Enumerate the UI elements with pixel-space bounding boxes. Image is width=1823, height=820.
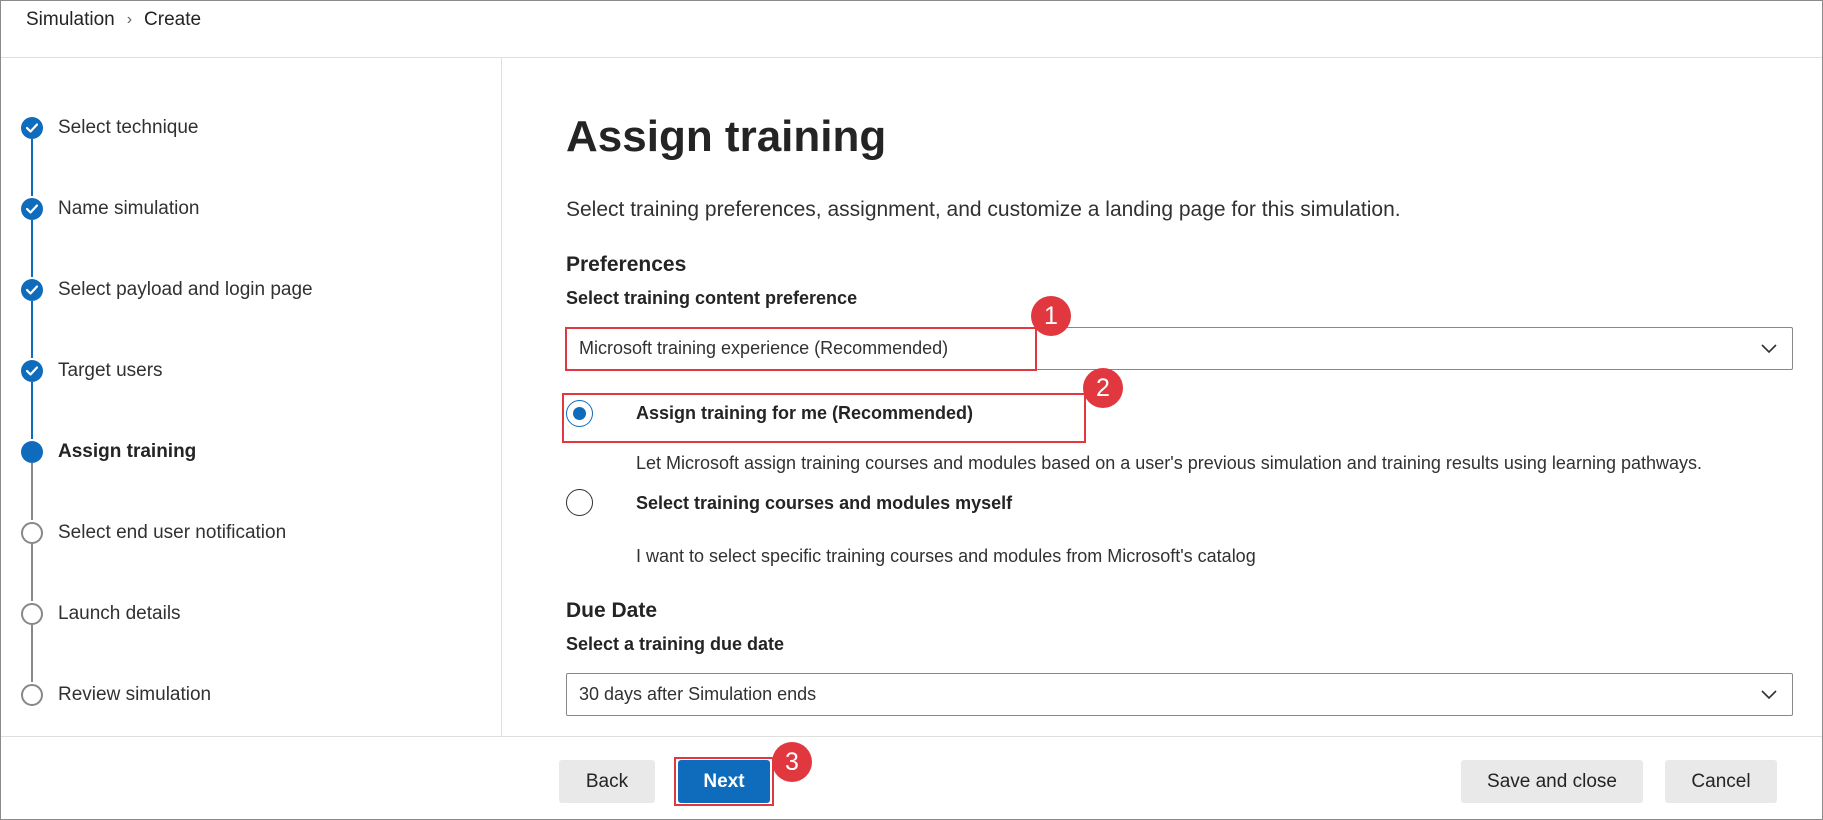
step-connector — [31, 220, 33, 277]
panel-divider — [501, 58, 502, 736]
save-and-close-button[interactable]: Save and close — [1461, 760, 1643, 803]
footer-divider — [1, 736, 1822, 737]
step-label: Select payload and login page — [58, 279, 313, 300]
step-target-users[interactable]: Target users — [21, 359, 163, 383]
due-date-heading: Due Date — [566, 599, 658, 622]
page-description: Select training preferences, assignment,… — [566, 198, 1401, 221]
back-button[interactable]: Back — [559, 760, 655, 803]
step-label: Select end user notification — [58, 522, 287, 543]
preferences-heading: Preferences — [566, 253, 687, 276]
step-connector — [31, 625, 33, 682]
step-launch-details[interactable]: Launch details — [21, 602, 181, 626]
pending-step-icon — [21, 522, 43, 544]
step-label: Launch details — [58, 603, 181, 624]
breadcrumb-current: Create — [144, 9, 202, 30]
annotation-badge-3: 3 — [772, 742, 812, 782]
radio-button[interactable] — [566, 489, 593, 516]
step-connector — [31, 301, 33, 358]
step-review-simulation[interactable]: Review simulation — [21, 683, 211, 707]
breadcrumb-simulation-link[interactable]: Simulation — [26, 9, 115, 31]
content-preference-label: Select training content preference — [566, 288, 858, 308]
step-connector — [31, 463, 33, 520]
dropdown-value: 30 days after Simulation ends — [579, 684, 817, 704]
step-label: Select technique — [58, 117, 199, 138]
header-divider — [1, 57, 1822, 58]
current-step-icon — [21, 441, 43, 463]
annotation-box-1 — [565, 327, 1037, 371]
radio-select-myself[interactable] — [566, 489, 593, 516]
pending-step-icon — [21, 684, 43, 706]
radio-label[interactable]: Select training courses and modules myse… — [636, 493, 1012, 514]
due-date-dropdown[interactable]: 30 days after Simulation ends — [566, 673, 1793, 716]
step-select-payload[interactable]: Select payload and login page — [21, 278, 313, 302]
step-label: Assign training — [58, 441, 197, 462]
due-date-label: Select a training due date — [566, 634, 785, 654]
checkmark-icon — [21, 117, 43, 139]
annotation-badge-2: 2 — [1083, 368, 1123, 408]
step-assign-training[interactable]: Assign training — [21, 440, 196, 464]
breadcrumb: Simulation › Create — [26, 8, 201, 32]
step-name-simulation[interactable]: Name simulation — [21, 197, 200, 221]
annotation-box-3 — [674, 757, 774, 806]
step-connector — [31, 544, 33, 601]
checkmark-icon — [21, 198, 43, 220]
chevron-right-icon: › — [126, 11, 133, 28]
annotation-box-2 — [562, 393, 1086, 443]
step-connector — [31, 139, 33, 196]
step-label: Target users — [58, 360, 163, 381]
cancel-button[interactable]: Cancel — [1665, 760, 1777, 803]
step-label: Review simulation — [58, 684, 212, 705]
checkmark-icon — [21, 279, 43, 301]
checkmark-icon — [21, 360, 43, 382]
step-label: Name simulation — [58, 198, 200, 219]
page-title: Assign training — [566, 112, 887, 161]
radio-description: I want to select specific training cours… — [636, 546, 1256, 566]
radio-description: Let Microsoft assign training courses an… — [636, 453, 1703, 473]
chevron-down-icon — [1761, 344, 1777, 354]
chevron-down-icon — [1761, 690, 1777, 700]
annotation-badge-1: 1 — [1031, 296, 1071, 336]
step-select-technique[interactable]: Select technique — [21, 116, 199, 140]
step-end-user-notification[interactable]: Select end user notification — [21, 521, 286, 545]
step-connector — [31, 382, 33, 439]
pending-step-icon — [21, 603, 43, 625]
